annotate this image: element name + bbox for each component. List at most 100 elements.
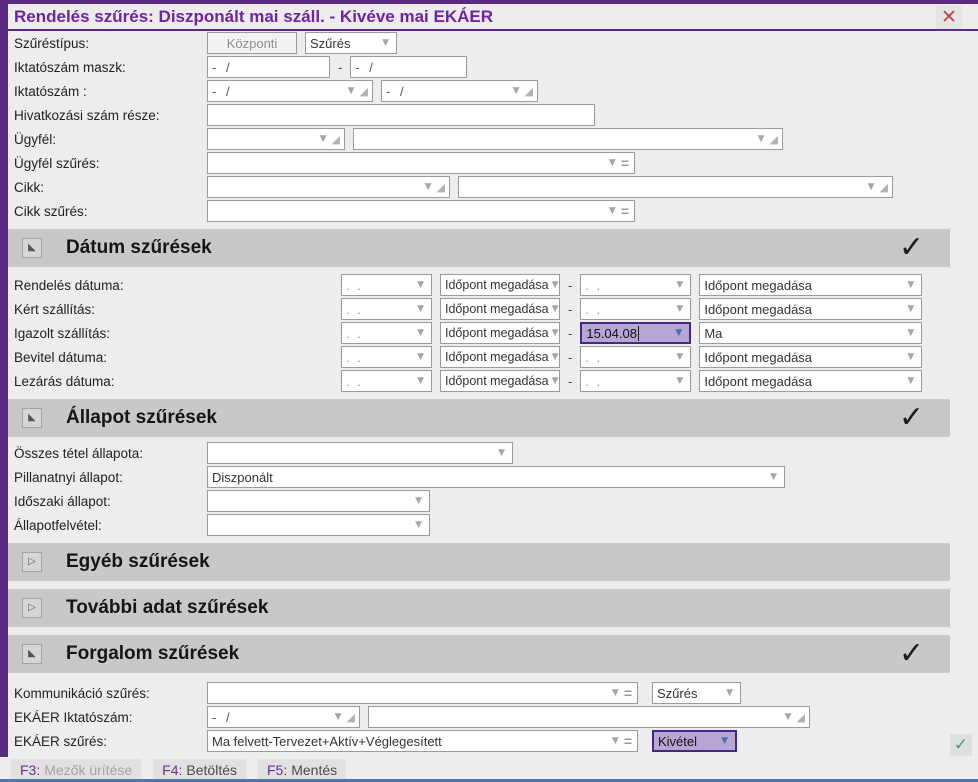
current-status-dropdown[interactable]: Diszponált ▼ [207, 466, 785, 488]
chevron-down-icon: ▼ [512, 85, 520, 96]
date-to-mode-dropdown[interactable]: Ma ▼ [699, 322, 923, 344]
filter-mode-dropdown[interactable]: Szűrés ▼ [305, 32, 397, 54]
ekaer-filter-input[interactable]: Ma felvett-Tervezet+Aktív+Véglegesített … [207, 730, 638, 752]
customer-filter-input[interactable]: ▼ = [207, 152, 635, 174]
left-accent-border [0, 0, 8, 757]
date-to-picker-selected[interactable]: 15.04.08 ▼ [580, 322, 692, 344]
clear-fields-button[interactable]: F3: Mezők ürítése [11, 759, 142, 781]
collapse-toggle-button[interactable]: ◣ [22, 408, 42, 428]
periodic-status-row: Időszaki állapot: ▼ [8, 489, 978, 513]
date-from-mode-dropdown[interactable]: Időpont megadása ▼ [440, 370, 560, 392]
registry-mask-row: Iktatószám maszk: - / - - / [8, 55, 978, 79]
reference-number-row: Hivatkozási szám része: [8, 103, 978, 127]
registry-number-to-combo[interactable]: - / ▼ ◢ [381, 80, 538, 102]
section-active-check-icon: ✓ [898, 400, 924, 435]
section-traffic-filters: ◣ Forgalom szűrések ✓ [8, 635, 950, 673]
chevron-down-icon: ▼ [907, 375, 915, 386]
current-status-row: Pillanatnyi állapot: Diszponált ▼ [8, 465, 978, 489]
item-label: Cikk: [14, 179, 44, 195]
date-from-mode-dropdown[interactable]: Időpont megadása ▼ [440, 322, 560, 344]
date-from-mode-dropdown[interactable]: Időpont megadása ▼ [440, 298, 560, 320]
chevron-down-icon: ▼ [726, 687, 733, 698]
date-from-mode-dropdown[interactable]: Időpont megadása ▼ [440, 346, 560, 368]
date-from-picker[interactable]: . . ▼ [341, 322, 432, 344]
item-filter-label: Cikk szűrés: [14, 203, 88, 219]
date-to-mode-dropdown[interactable]: Időpont megadása ▼ [699, 274, 923, 296]
ekaer-registry-from-combo[interactable]: - / ▼ ◢ [207, 706, 360, 728]
lookup-corner-icon: ◢ [436, 180, 445, 194]
filter-type-row: Szűréstípus: Központi Szűrés ▼ [8, 31, 978, 55]
order-date-label: Rendelés dátuma: [14, 277, 124, 293]
date-to-picker[interactable]: . . ▼ [580, 346, 692, 368]
item-filter-row: Cikk szűrés: ▼ = [8, 199, 978, 223]
item-filter-input[interactable]: ▼ = [207, 200, 635, 222]
item-code-combo[interactable]: ▼ ◢ [207, 176, 450, 198]
date-to-picker[interactable]: . . ▼ [580, 274, 692, 296]
range-dash: - [568, 349, 573, 365]
status-capture-dropdown[interactable]: ▼ [207, 514, 430, 536]
communication-mode-dropdown[interactable]: Szűrés ▼ [652, 682, 741, 704]
range-dash: - [568, 373, 573, 389]
expand-toggle-button[interactable]: ▷ [22, 552, 42, 572]
lookup-corner-icon: ◢ [346, 710, 355, 724]
ekaer-exception-mode-dropdown[interactable]: Kivétel ▼ [652, 730, 737, 752]
date-from-mode-dropdown[interactable]: Időpont megadása ▼ [440, 274, 560, 296]
collapse-toggle-button[interactable]: ◣ [22, 238, 42, 258]
expand-toggle-button[interactable]: ▷ [22, 598, 42, 618]
title-bar: Rendelés szűrés: Diszponált mai száll. -… [0, 4, 978, 31]
status-capture-row: Állapotfelvétel: ▼ [8, 513, 978, 537]
chevron-down-icon: ▼ [608, 205, 616, 216]
customer-filter-row: Ügyfél szűrés: ▼ = [8, 151, 978, 175]
ekaer-filter-label: EKÁER szűrés: [14, 733, 108, 749]
customer-name-combo[interactable]: ▼ ◢ [353, 128, 783, 150]
date-to-mode-dropdown[interactable]: Időpont megadása ▼ [699, 298, 923, 320]
confirm-check-button[interactable]: ✓ [950, 734, 972, 756]
chevron-down-icon: ▼ [347, 85, 355, 96]
chevron-down-icon: ▼ [417, 327, 424, 338]
item-row: Cikk: ▼ ◢ ▼ ◢ [8, 175, 978, 199]
triangle-collapsed-icon: ▷ [28, 556, 36, 567]
chevron-down-icon: ▼ [907, 303, 915, 314]
close-icon: ✕ [941, 6, 957, 28]
date-from-picker[interactable]: . . ▼ [341, 346, 432, 368]
order-filter-dialog: Rendelés szűrés: Diszponált mai száll. -… [0, 0, 978, 782]
chevron-down-icon: ▼ [319, 133, 327, 144]
range-dash: - [568, 277, 573, 293]
registry-number-label: Iktatószám : [14, 83, 87, 99]
communication-filter-input[interactable]: ▼ = [207, 682, 638, 704]
customer-code-combo[interactable]: ▼ ◢ [207, 128, 345, 150]
range-dash: - [338, 59, 343, 75]
date-to-mode-dropdown[interactable]: Időpont megadása ▼ [699, 346, 923, 368]
date-to-picker[interactable]: . . ▼ [580, 298, 692, 320]
chevron-down-icon: ▼ [417, 375, 424, 386]
chevron-down-icon: ▼ [721, 735, 728, 746]
section-title: Forgalom szűrések [66, 643, 240, 664]
ekaer-registry-name-combo[interactable]: ▼ ◢ [368, 706, 810, 728]
triangle-expanded-icon: ◣ [28, 648, 36, 659]
reference-number-input[interactable] [207, 104, 595, 126]
save-button[interactable]: F5: Mentés [258, 759, 347, 781]
date-to-mode-dropdown[interactable]: Időpont megadása ▼ [699, 370, 923, 392]
section-other-filters: ▷ Egyéb szűrések [8, 543, 950, 581]
footer-bar: F3: Mezők ürítése F4: Betöltés F5: Menté… [11, 759, 978, 781]
ekaer-filter-row: EKÁER szűrés: Ma felvett-Tervezet+Aktív+… [8, 729, 978, 753]
order-date-row: Rendelés dátuma: . . ▼ Időpont megadása … [8, 273, 978, 297]
date-from-picker[interactable]: . . ▼ [341, 298, 432, 320]
periodic-status-dropdown[interactable]: ▼ [207, 490, 430, 512]
chevron-down-icon: ▼ [415, 495, 422, 506]
chevron-down-icon: ▼ [907, 327, 915, 338]
registry-mask-to-input[interactable]: - / [350, 56, 468, 78]
registry-mask-from-input[interactable]: - / [207, 56, 330, 78]
all-items-status-dropdown[interactable]: ▼ [207, 442, 513, 464]
entry-date-label: Bevitel dátuma: [14, 349, 108, 365]
collapse-toggle-button[interactable]: ◣ [22, 644, 42, 664]
load-button[interactable]: F4: Betöltés [153, 759, 246, 781]
communication-filter-row: Kommunikáció szűrés: ▼ = Szűrés ▼ [8, 681, 978, 705]
registry-number-from-combo[interactable]: - / ▼ ◢ [207, 80, 373, 102]
close-button[interactable]: ✕ [936, 6, 962, 29]
date-from-picker[interactable]: . . ▼ [341, 274, 432, 296]
date-to-picker[interactable]: . . ▼ [580, 370, 692, 392]
lookup-corner-icon: ◢ [879, 180, 888, 194]
item-name-combo[interactable]: ▼ ◢ [458, 176, 893, 198]
date-from-picker[interactable]: . . ▼ [341, 370, 432, 392]
